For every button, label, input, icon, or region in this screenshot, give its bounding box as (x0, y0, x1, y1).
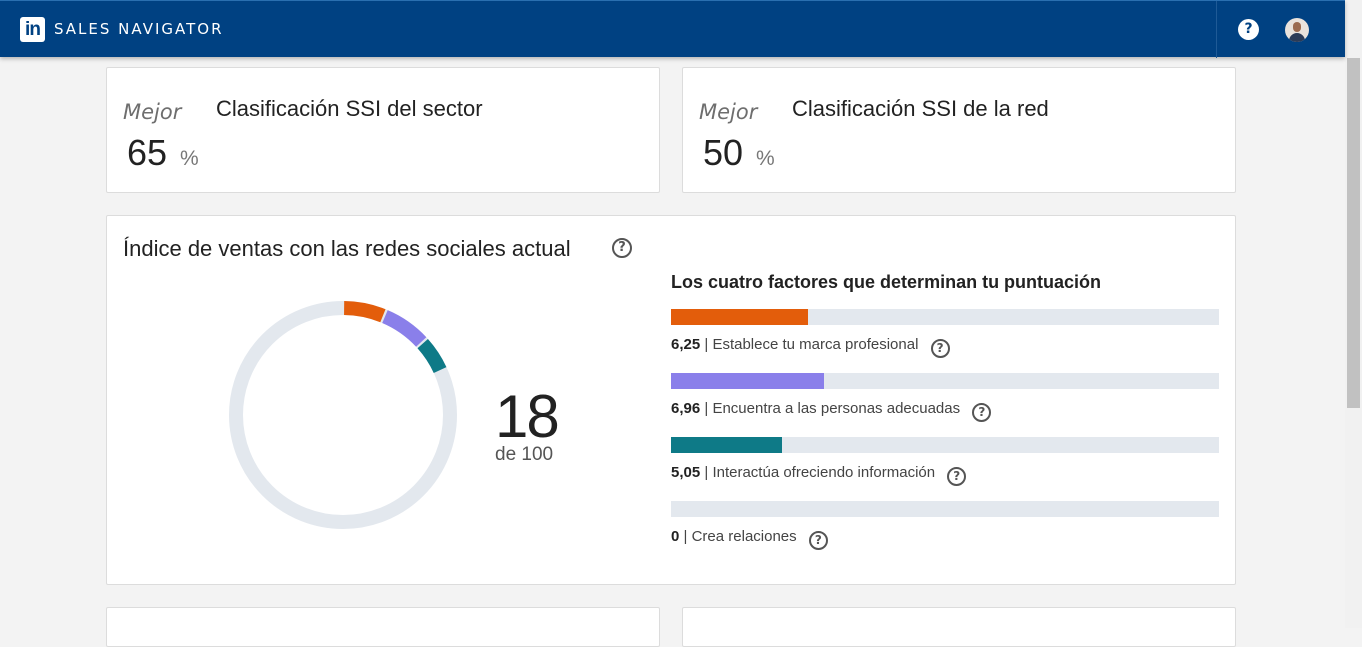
industry-rank-card: Mejor 65 % Clasificación SSI del sector (106, 67, 660, 193)
factor-help-icon-relationships[interactable]: ? (808, 531, 828, 550)
ssi-help-icon[interactable]: ? (612, 238, 632, 258)
factor-label-brand: Establece tu marca profesional (712, 336, 919, 353)
nav-divider (1216, 1, 1217, 58)
factor-bar-brand-fill (671, 309, 808, 325)
donut-segment-0 (343, 301, 386, 323)
factor-bar-people (671, 373, 1219, 389)
factor-separator: | (683, 528, 688, 545)
factor-row-people: 6,96 | Encuentra a las personas adecuada… (671, 400, 992, 422)
ssi-score-max: de 100 (495, 444, 554, 465)
factor-value-relationships: 0 (671, 528, 680, 545)
factor-label-relationships: Crea relaciones (691, 528, 797, 545)
ssi-donut-chart (229, 301, 457, 529)
factor-bar-brand (671, 309, 1219, 325)
scrollbar-thumb[interactable] (1347, 58, 1360, 408)
network-rank-value: 50 (703, 132, 744, 173)
ssi-title: Índice de ventas con las redes sociales … (123, 236, 571, 261)
factor-value-people: 6,96 (671, 400, 701, 417)
brand-name[interactable]: SALES NAVIGATOR (54, 20, 224, 38)
network-rank-card: Mejor 50 % Clasificación SSI de la red (682, 67, 1236, 193)
factor-value-insights: 5,05 (671, 464, 701, 481)
factor-bar-relationships (671, 501, 1219, 517)
linkedin-logo-icon[interactable]: in (20, 17, 45, 42)
factor-bar-insights (671, 437, 1219, 453)
factor-label-people: Encuentra a las personas adecuadas (712, 400, 961, 417)
factor-row-brand: 6,25 | Establece tu marca profesional ? (671, 336, 950, 358)
ssi-card: Índice de ventas con las redes sociales … (106, 215, 1236, 585)
factor-row-insights: 5,05 | Interactúa ofreciendo información… (671, 464, 967, 486)
factor-help-icon-brand[interactable]: ? (930, 339, 950, 358)
factor-label-insights: Interactúa ofreciendo información (712, 464, 936, 481)
donut-segment-2 (417, 338, 447, 374)
factor-separator: | (704, 400, 709, 417)
help-icon[interactable]: ? (1238, 19, 1259, 40)
factor-separator: | (704, 464, 709, 481)
industry-rank-unit: % (180, 147, 199, 170)
factors-title: Los cuatro factores que determinan tu pu… (671, 272, 1102, 292)
industry-rank-value: 65 (127, 132, 168, 173)
donut-segment-1 (382, 310, 427, 347)
avatar-shirt (1289, 33, 1305, 42)
ssi-score-value: 18 (495, 383, 560, 450)
industry-rank-title: Clasificación SSI del sector (216, 96, 483, 121)
industry-rank-label: Mejor (123, 100, 182, 124)
network-rank-label: Mejor (699, 100, 758, 124)
avatar[interactable] (1285, 18, 1309, 42)
top-navigation-bar: in SALES NAVIGATOR ? (0, 0, 1345, 58)
factor-separator: | (704, 336, 709, 353)
network-rank-title: Clasificación SSI de la red (792, 96, 1049, 121)
network-rank-unit: % (756, 147, 775, 170)
bottom-right-card (682, 607, 1236, 647)
factor-bar-people-fill (671, 373, 824, 389)
factor-help-icon-insights[interactable]: ? (947, 467, 967, 486)
factor-help-icon-people[interactable]: ? (972, 403, 992, 422)
avatar-head (1293, 22, 1301, 32)
factor-value-brand: 6,25 (671, 336, 701, 353)
bottom-left-card (106, 607, 660, 647)
factor-bar-insights-fill (671, 437, 782, 453)
factor-row-relationships: 0 | Crea relaciones ? (671, 528, 828, 550)
